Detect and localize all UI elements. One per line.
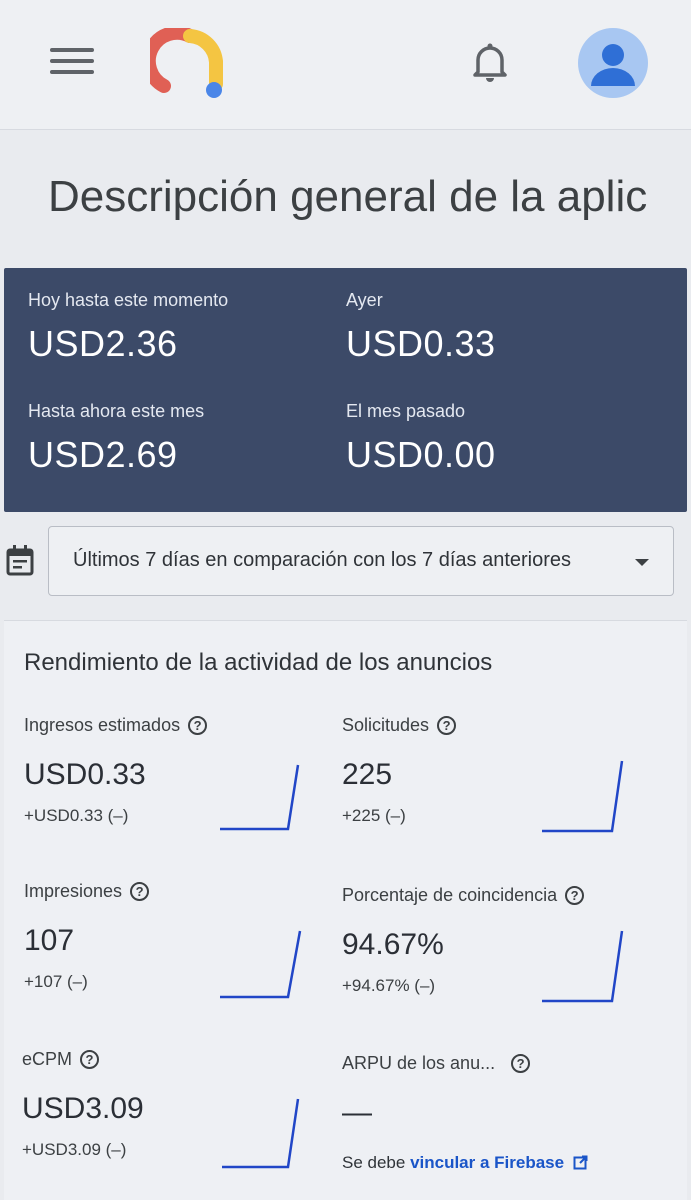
help-icon[interactable]: ? [437, 716, 457, 735]
app-bar [0, 0, 691, 130]
metric-match-rate[interactable]: Porcentaje de coincidencia? 94.67% +94.6… [342, 885, 642, 1035]
metric-ecpm[interactable]: eCPM? USD3.09 +USD3.09 (–) [22, 1049, 322, 1199]
external-link-icon[interactable] [573, 1155, 588, 1170]
metric-requests[interactable]: Solicitudes? 225 +225 (–) [342, 715, 642, 865]
help-icon[interactable]: ? [511, 1054, 531, 1073]
summary-label: Hasta ahora este mes [28, 401, 205, 421]
bell-icon[interactable] [470, 40, 510, 84]
metric-estimated-earnings[interactable]: Ingresos estimados? USD0.33 +USD0.33 (–) [24, 715, 324, 865]
menu-icon[interactable] [50, 48, 94, 80]
summary-label: Hoy hasta este momento [28, 290, 229, 310]
help-icon[interactable]: ? [188, 716, 208, 735]
metric-label: eCPM [22, 1049, 73, 1069]
help-icon[interactable]: ? [565, 886, 585, 905]
help-icon[interactable]: ? [80, 1050, 100, 1069]
sparkline-chart [222, 1098, 300, 1169]
sparkline-chart [542, 930, 624, 1003]
summary-value: USD2.36 [28, 323, 178, 364]
ad-performance-card: Rendimiento de la actividad de los anunc… [4, 620, 687, 1200]
summary-value: USD0.00 [346, 434, 496, 475]
page-title: Descripción general de la aplic [48, 172, 648, 221]
caret-down-icon [635, 559, 649, 566]
firebase-note: Se debe vincular a Firebase [342, 1150, 642, 1176]
summary-today[interactable]: Hoy hasta este momento USD2.36 [28, 290, 348, 365]
summary-label: El mes pasado [346, 401, 466, 421]
metric-label: Porcentaje de coincidencia [342, 885, 558, 905]
earnings-summary: Hoy hasta este momento USD2.36 Ayer USD0… [4, 268, 687, 512]
metric-label: Impresiones [24, 881, 123, 901]
firebase-note-prefix: Se debe [342, 1153, 411, 1172]
metric-label: Solicitudes [342, 715, 430, 735]
summary-yesterday[interactable]: Ayer USD0.33 [346, 290, 666, 365]
help-icon[interactable]: ? [130, 882, 150, 901]
link-firebase[interactable]: vincular a Firebase [410, 1153, 564, 1172]
card-title: Rendimiento de la actividad de los anunc… [24, 649, 493, 676]
sparkline-chart [220, 930, 302, 999]
date-range-select[interactable]: Últimos 7 días en comparación con los 7 … [48, 526, 674, 596]
metric-impressions[interactable]: Impresiones? 107 +107 (–) [24, 881, 324, 1031]
summary-label: Ayer [346, 290, 383, 310]
sparkline-chart [220, 764, 300, 831]
metric-label: Ingresos estimados [24, 715, 181, 735]
date-range-label: Últimos 7 días en comparación con los 7 … [73, 549, 572, 571]
sparkline-chart [542, 760, 624, 833]
summary-value: USD0.33 [346, 323, 496, 364]
summary-value: USD2.69 [28, 434, 178, 475]
summary-last-month[interactable]: El mes pasado USD0.00 [346, 401, 666, 476]
metric-arpu[interactable]: ARPU de los anu...? — Se debe vincular a… [342, 1053, 642, 1200]
account-avatar-icon[interactable] [578, 28, 648, 98]
admob-logo[interactable] [150, 28, 230, 100]
calendar-icon[interactable] [6, 544, 34, 576]
metric-label: ARPU de los anu... [342, 1053, 496, 1073]
summary-this-month[interactable]: Hasta ahora este mes USD2.69 [28, 401, 348, 476]
metric-value: — [342, 1096, 372, 1129]
